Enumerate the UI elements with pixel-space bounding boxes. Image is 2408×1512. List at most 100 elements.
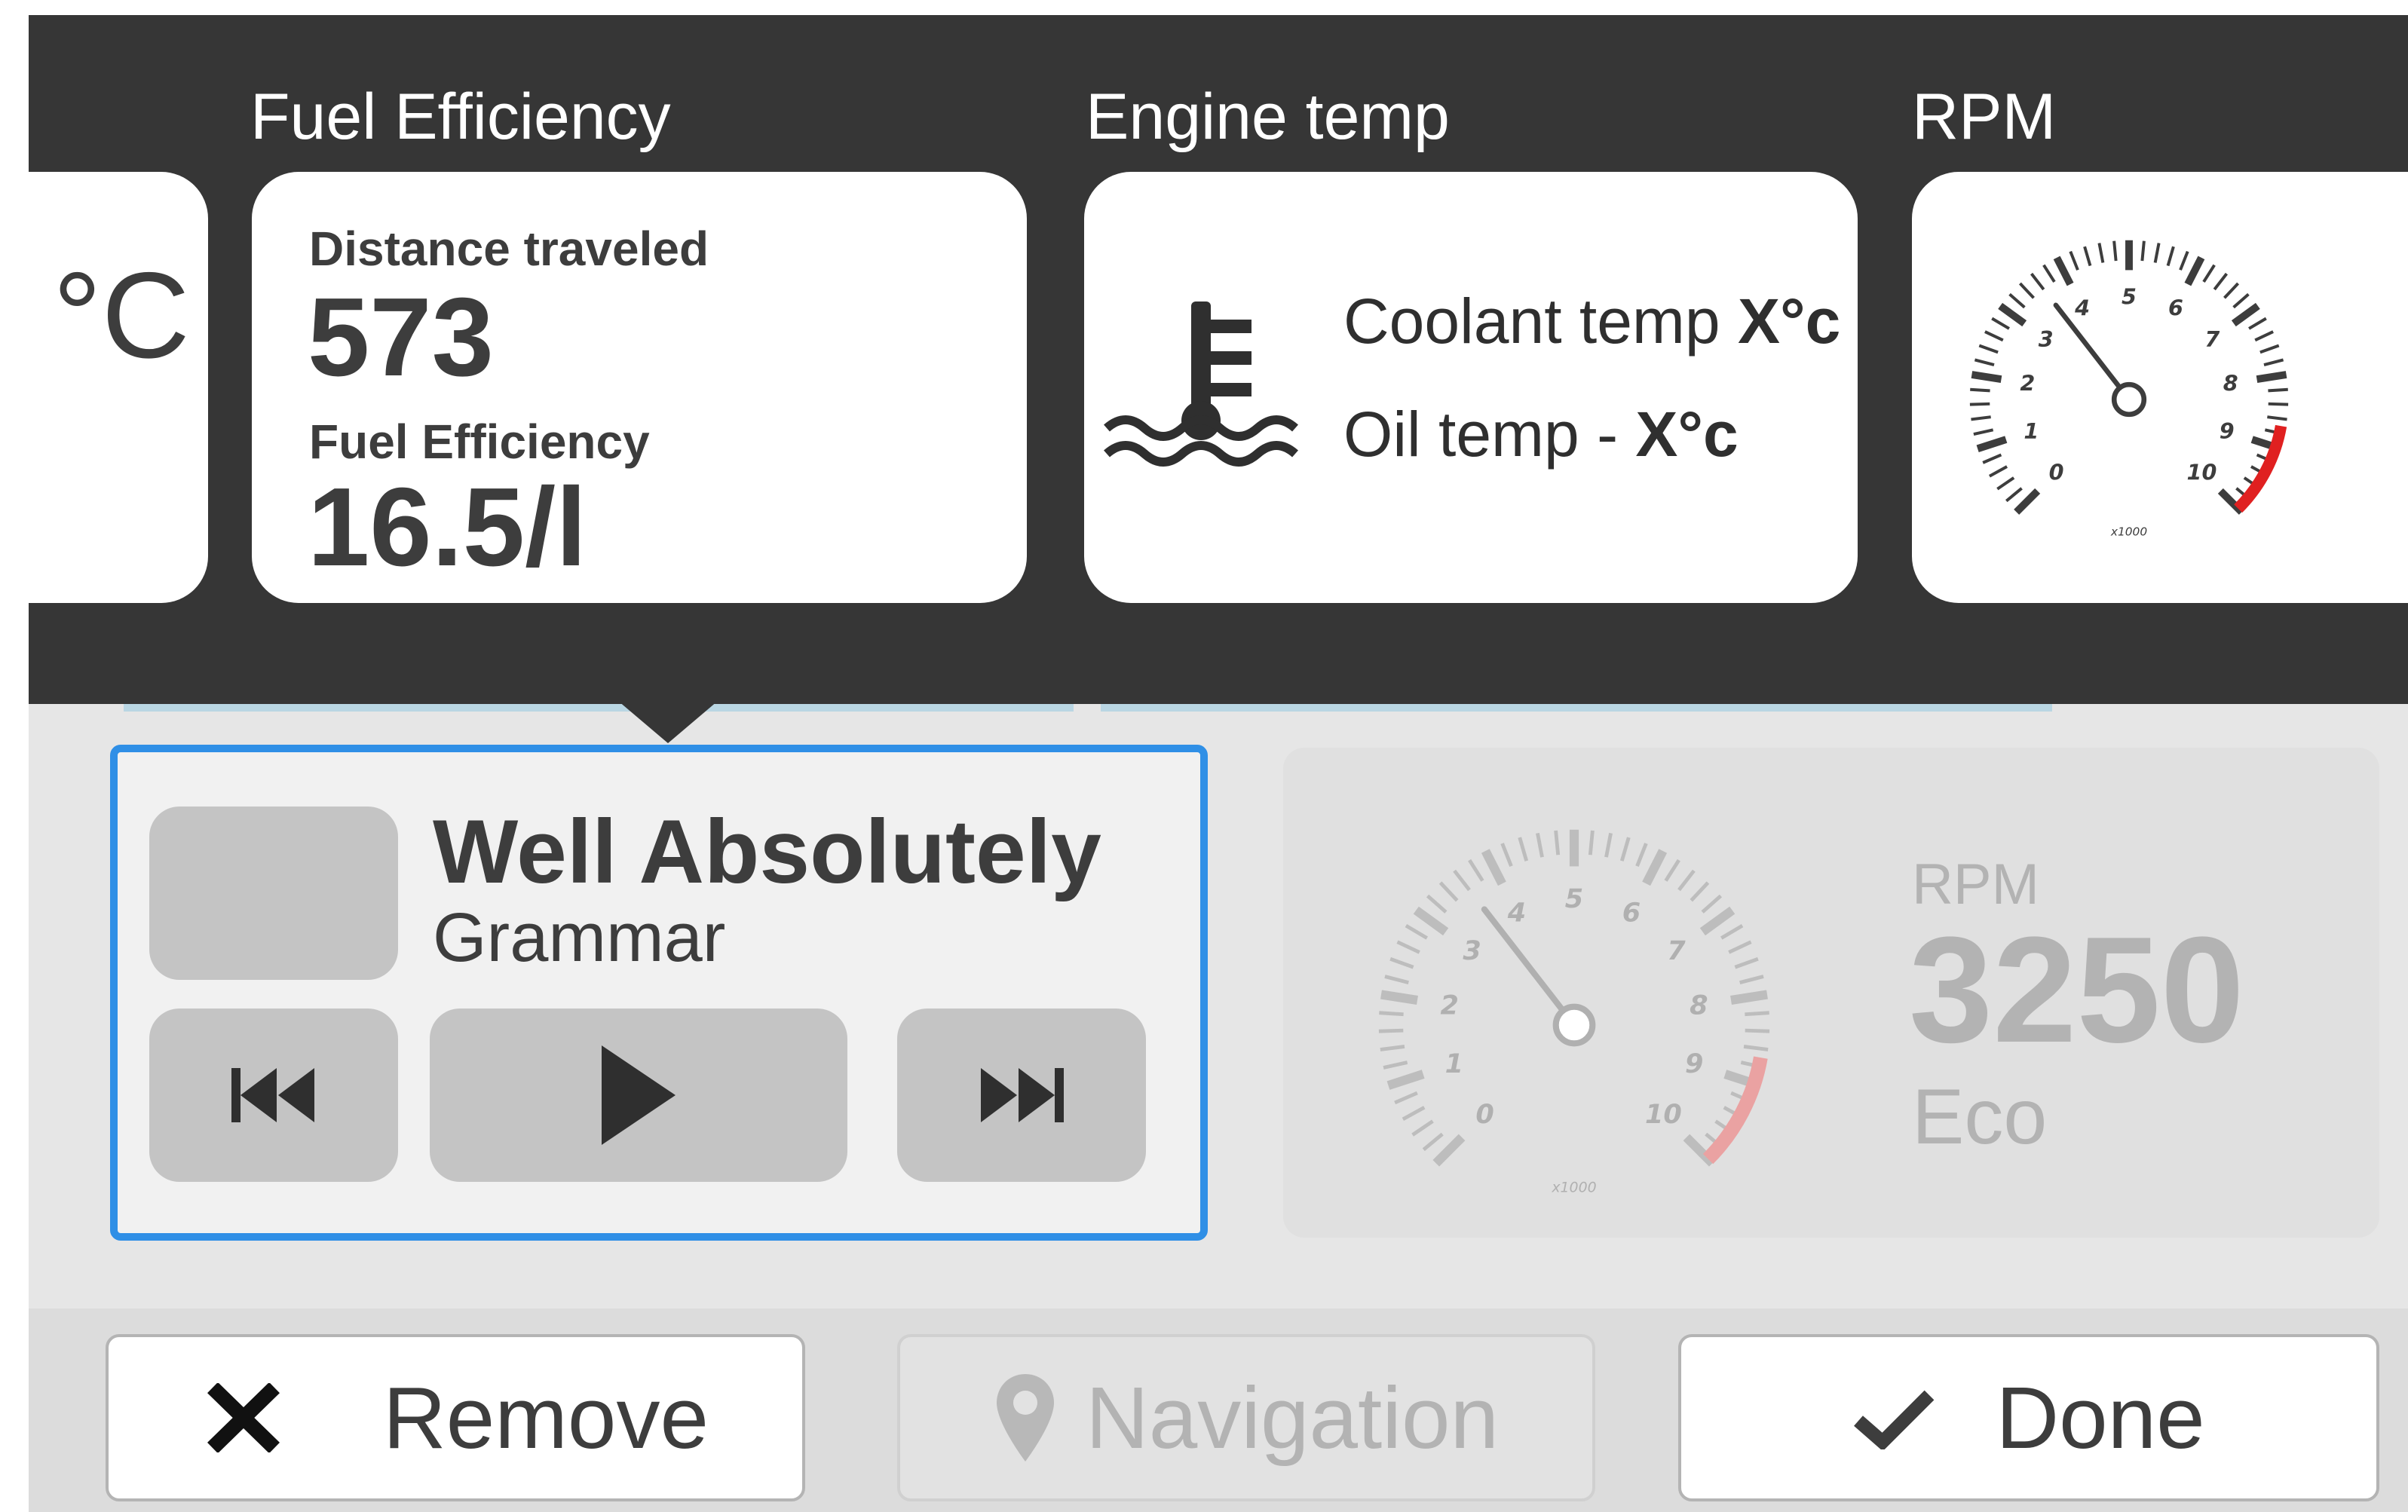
gauge-minor-tick: [2097, 243, 2105, 263]
gauge-minor-tick: [1739, 975, 1764, 984]
gauge-major-tick: [2184, 256, 2205, 286]
gauge-major-tick: [1971, 371, 2002, 384]
gauge-minor-tick: [2263, 358, 2284, 366]
gauge-tick-label: 2: [1440, 990, 1458, 1021]
gauge-tick-label: 6: [2168, 295, 2183, 320]
gauge-minor-tick: [1396, 940, 1420, 954]
gauge-multiplier-label: x1000: [1551, 1179, 1596, 1195]
gauge-minor-tick: [1426, 894, 1448, 914]
gauge-minor-tick: [2069, 250, 2079, 271]
rpm-widget-mode: Eco: [1912, 1073, 2048, 1161]
gauge-tick-label: 8: [2223, 371, 2238, 396]
navigation-button[interactable]: Navigation: [897, 1334, 1595, 1501]
gauge-major-tick: [1699, 906, 1736, 936]
tachometer-gauge: 01 234 5 678 910 x1000: [1969, 240, 2289, 538]
gauge-minor-tick: [1745, 1011, 1769, 1017]
done-button[interactable]: Done: [1678, 1334, 2379, 1501]
gauge-tick-label: 0: [1475, 1099, 1494, 1130]
album-art: [149, 807, 398, 980]
gauge-tick-label: 9: [1685, 1048, 1703, 1079]
gauge-tick-label: 2: [2020, 371, 2035, 396]
gauge-minor-tick: [2202, 264, 2216, 283]
gauge-tick-label: 1: [2024, 418, 2039, 444]
gauge-minor-tick: [1720, 923, 1744, 940]
previous-track-button[interactable]: [149, 1009, 398, 1182]
gauge-minor-tick: [1518, 837, 1529, 862]
gauge-minor-tick: [1971, 415, 1991, 421]
gauge-tick-label: 10: [2187, 459, 2217, 485]
gauge-minor-tick: [1604, 832, 1613, 858]
gauge-minor-tick: [1394, 1091, 1418, 1105]
engine-temp-title: Engine temp: [1086, 81, 1450, 153]
track-title: Well Absolutely: [433, 801, 1101, 902]
gauge-minor-tick: [2140, 240, 2146, 262]
gauge-tick-label: 10: [1645, 1099, 1682, 1130]
gauge-minor-tick: [1745, 1028, 1770, 1033]
gauge-major-tick: [1642, 849, 1668, 886]
gauge-minor-tick: [1453, 869, 1471, 892]
gauge-minor-tick: [2259, 344, 2280, 354]
play-icon: [602, 1045, 676, 1145]
gauge-tick-label: 5: [1565, 883, 1583, 914]
gauge-multiplier-label: x1000: [2110, 525, 2147, 538]
gauge-minor-tick: [1402, 1106, 1426, 1121]
oil-temp-row: Oil temp - X°c: [1343, 402, 1739, 466]
gauge-minor-tick: [2268, 387, 2288, 393]
remove-button[interactable]: Remove: [106, 1334, 805, 1501]
next-track-button[interactable]: [897, 1009, 1146, 1182]
gauge-minor-tick: [2083, 246, 2092, 267]
gauge-minor-tick: [1991, 317, 2010, 330]
gauge-minor-tick: [1389, 956, 1414, 969]
gauge-minor-tick: [1378, 1028, 1404, 1033]
gauge-minor-tick: [1384, 975, 1409, 984]
gauge-tick-label: 4: [1507, 897, 1526, 928]
rpm-widget-value: 3250: [1909, 906, 2244, 1074]
gauge-minor-tick: [1500, 843, 1513, 868]
slot-indicator-left: [124, 704, 1074, 712]
distance-label: Distance traveled: [309, 222, 709, 276]
partial-temperature-card[interactable]: [29, 172, 208, 603]
map-pin-icon: [996, 1374, 1054, 1461]
gauge-minor-tick: [1973, 428, 1994, 436]
checkmark-icon: [1854, 1390, 1935, 1449]
gauge-minor-tick: [1982, 453, 2002, 464]
play-button[interactable]: [430, 1009, 847, 1182]
gauge-minor-tick: [1701, 894, 1723, 914]
distance-value: 573: [308, 275, 494, 399]
gauge-major-tick: [1976, 436, 2008, 452]
gauge-tick-label: 6: [1622, 897, 1641, 928]
gauge-minor-tick: [2254, 330, 2274, 342]
gauge-minor-tick: [2223, 282, 2240, 299]
gauge-tick-label: 5: [2122, 284, 2137, 310]
gauge-tick-label: 8: [1690, 990, 1708, 1021]
gauge-hub: [1552, 1003, 1596, 1047]
navigation-button-label: Navigation: [1085, 1369, 1500, 1467]
coolant-temperature-icon: [1104, 301, 1298, 467]
gauge-minor-tick: [1734, 956, 1759, 969]
gauge-major-tick: [2014, 488, 2041, 515]
gauge-minor-tick: [1984, 330, 2004, 342]
gauge-tick-label: 4: [2074, 295, 2090, 320]
track-artist: Grammar: [433, 899, 726, 976]
gauge-minor-tick: [2005, 487, 2023, 503]
gauge-minor-tick: [1988, 465, 2008, 478]
gauge-minor-tick: [2232, 292, 2250, 309]
gauge-minor-tick: [1743, 1045, 1769, 1051]
gauge-minor-tick: [1588, 830, 1595, 855]
gauge-tick-label: 7: [2204, 326, 2220, 352]
gauge-major-tick: [1998, 302, 2027, 327]
gauge-minor-tick: [2018, 282, 2035, 299]
gauge-major-tick: [1380, 990, 1418, 1005]
gauge-major-tick: [2256, 371, 2287, 384]
gauge-minor-tick: [2248, 317, 2267, 330]
partial-temperature-unit: °C: [53, 247, 190, 384]
done-button-label: Done: [1996, 1369, 2205, 1467]
gauge-minor-tick: [2268, 402, 2289, 406]
coolant-temp-label: Coolant temp: [1343, 286, 1720, 357]
previous-track-icon: [231, 1068, 314, 1122]
gauge-minor-tick: [1969, 402, 1990, 406]
remove-button-label: Remove: [383, 1369, 709, 1467]
gauge-minor-tick: [2008, 292, 2026, 309]
fuel-efficiency-value: 16.5/l: [308, 465, 587, 589]
rpm-widget-gauge: 01 234 5 678 910 x1000: [1378, 829, 1770, 1195]
